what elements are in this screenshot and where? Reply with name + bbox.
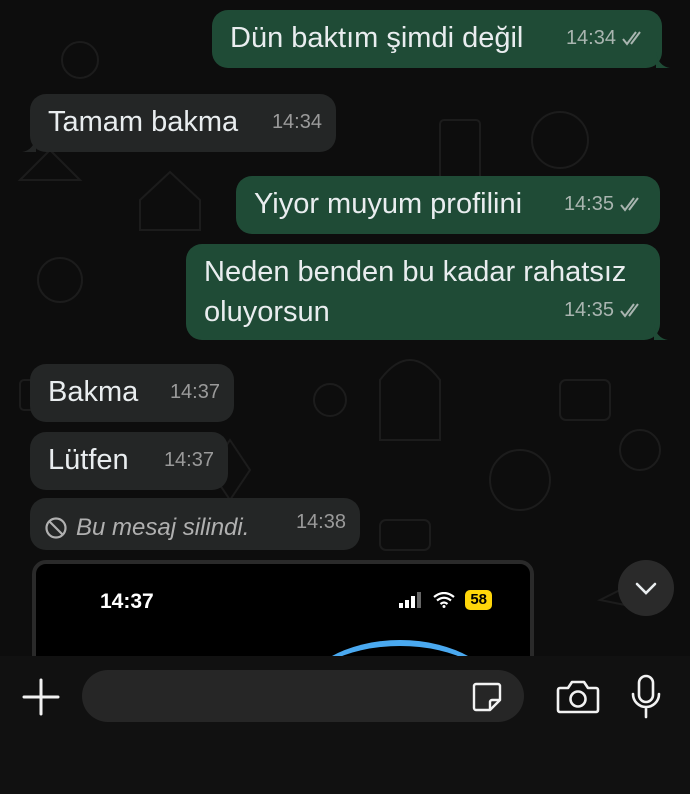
chevron-down-icon xyxy=(635,582,657,595)
message-meta: 14:34 xyxy=(566,18,648,58)
read-ticks-icon xyxy=(620,303,639,318)
scroll-to-bottom-button[interactable] xyxy=(618,560,674,616)
battery-icon: 58 xyxy=(465,590,492,610)
message-time: 14:38 xyxy=(295,511,346,533)
deleted-icon xyxy=(45,517,67,539)
message-meta: 14:34 xyxy=(272,102,322,142)
message-meta: 14:38 xyxy=(296,502,346,542)
message-time: 14:37 xyxy=(169,381,220,403)
bubble-tail xyxy=(22,136,36,152)
signal-icon xyxy=(399,592,422,608)
message-meta: 14:37 xyxy=(164,440,214,480)
camera-icon[interactable] xyxy=(556,678,600,716)
wifi-icon xyxy=(433,592,455,608)
message-bubble-outgoing[interactable]: Dün baktım şimdi değil 14:34 xyxy=(212,10,670,68)
sticker-icon[interactable] xyxy=(470,680,504,714)
deleted-message-bubble[interactable]: Bu mesaj silindi. 14:38 xyxy=(30,498,360,550)
message-time: 14:34 xyxy=(271,111,322,133)
message-text-line: Neden benden bu kadar rahatsız xyxy=(204,256,627,288)
message-time: 14:34 xyxy=(565,27,616,49)
message-bubble-incoming[interactable]: Tamam bakma 14:34 xyxy=(22,94,336,152)
message-time: 14:37 xyxy=(163,449,214,471)
image-message-preview[interactable]: 14:37 58 xyxy=(32,560,534,656)
plus-icon[interactable] xyxy=(20,676,62,718)
message-bubble-outgoing[interactable]: Neden benden bu kadar rahatsız oluyorsun… xyxy=(186,244,668,340)
deleted-message-text: Bu mesaj silindi. xyxy=(76,514,250,541)
message-time: 14:35 xyxy=(563,299,614,321)
read-ticks-icon xyxy=(622,31,641,46)
message-bubble-incoming[interactable]: Bakma 14:37 xyxy=(30,364,234,422)
message-meta: 14:35 xyxy=(564,184,646,224)
message-bubble-incoming[interactable]: Lütfen 14:37 xyxy=(30,432,228,490)
preview-status-icons: 58 xyxy=(399,590,492,610)
message-meta: 14:35 xyxy=(564,290,646,330)
message-time: 14:35 xyxy=(563,193,614,215)
read-ticks-icon xyxy=(620,197,639,212)
microphone-icon[interactable] xyxy=(628,674,664,720)
message-meta: 14:37 xyxy=(170,372,220,412)
bubble-tail xyxy=(656,52,670,68)
message-input[interactable] xyxy=(82,670,524,722)
chat-area[interactable]: Dün baktım şimdi değil 14:34 Tamam bakma… xyxy=(0,0,690,656)
message-bubble-outgoing[interactable]: Yiyor muyum profilini 14:35 xyxy=(236,176,660,234)
bubble-tail xyxy=(654,324,668,340)
preview-status-time: 14:37 xyxy=(100,590,154,613)
preview-blue-arc xyxy=(300,640,500,656)
